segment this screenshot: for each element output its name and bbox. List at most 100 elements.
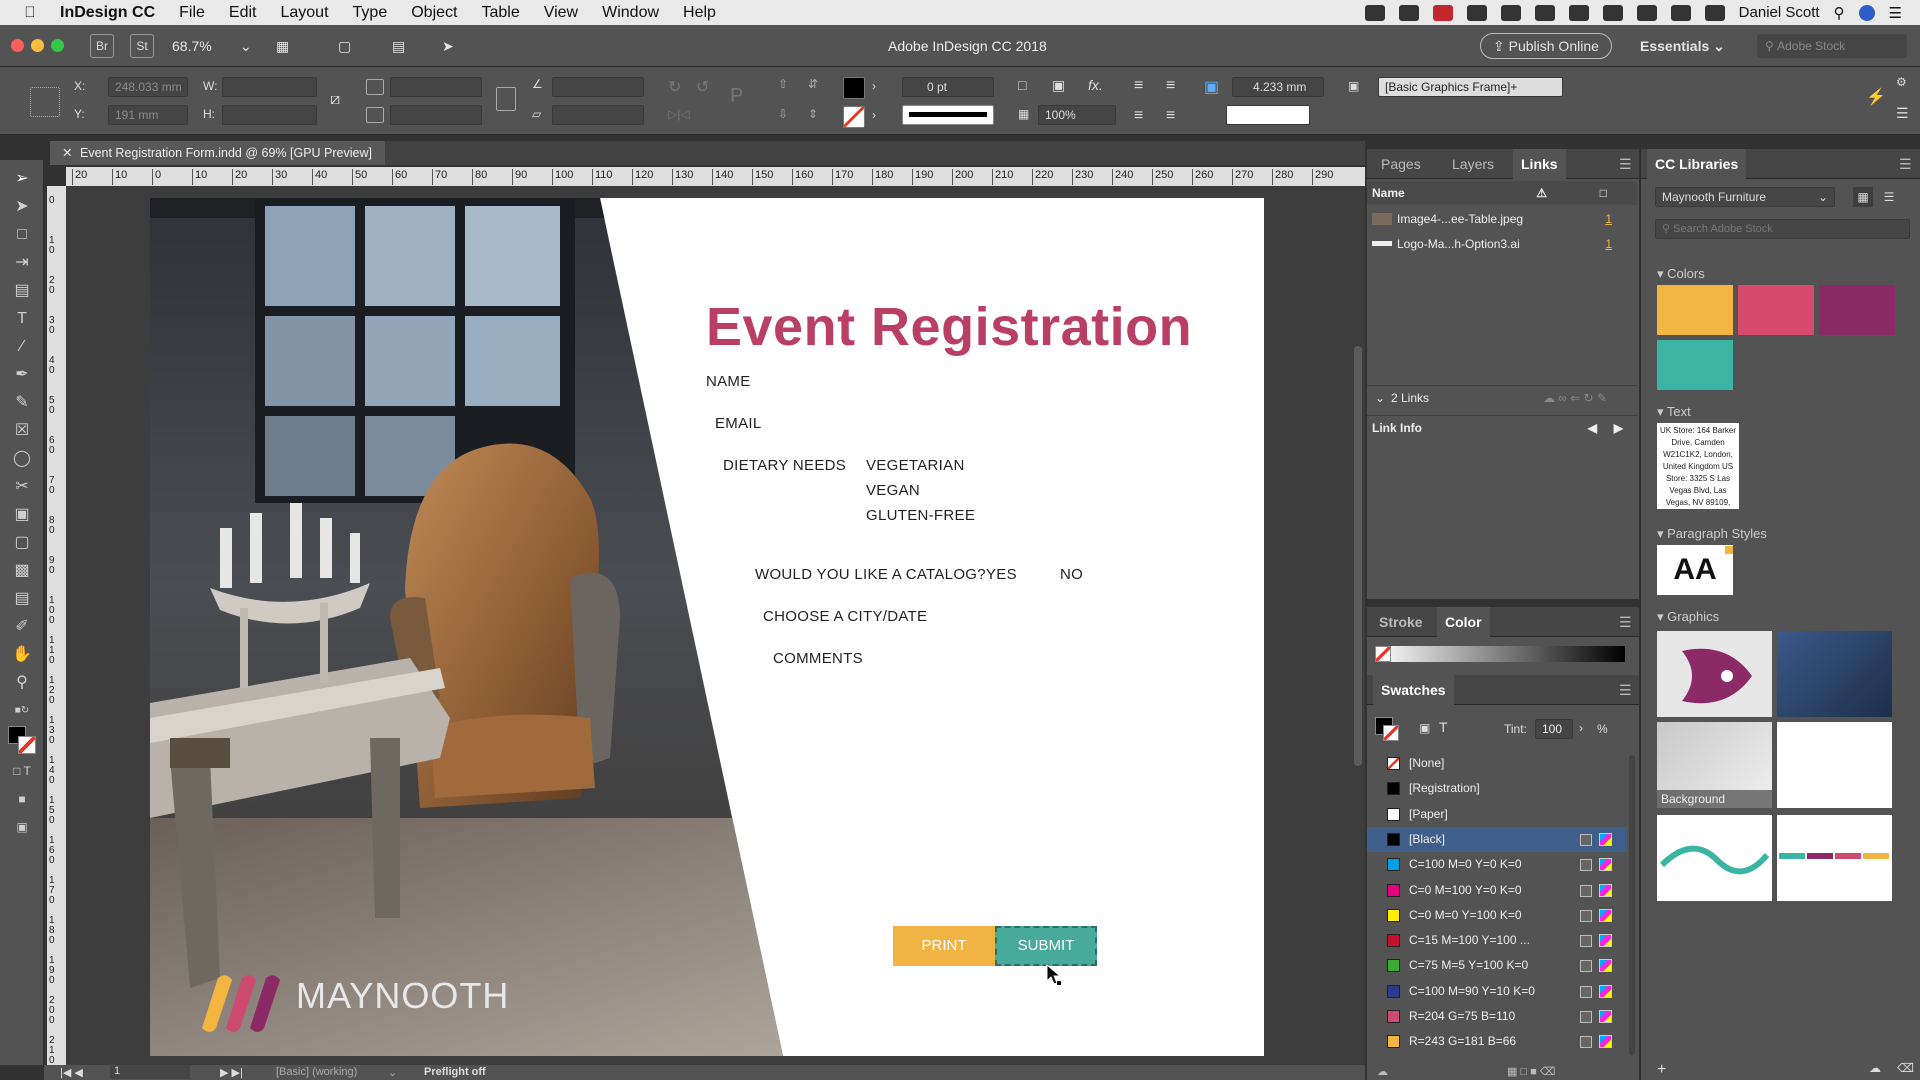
workspace-switcher[interactable]: Essentials ⌄	[1640, 35, 1725, 57]
stroke-type-dropdown[interactable]	[902, 105, 994, 125]
tab-swatches[interactable]: Swatches	[1373, 675, 1454, 705]
zoom-level[interactable]: 68.7%	[172, 35, 212, 57]
link-actions-icons[interactable]: ☁ ∞ ⇐ ↻ ✎	[1543, 386, 1607, 410]
direct-selection-tool-icon[interactable]: ➤	[10, 196, 34, 218]
opacity-field[interactable]: 100%	[1038, 105, 1116, 125]
apps-icon[interactable]	[1500, 4, 1521, 21]
menu-help[interactable]: Help	[683, 4, 716, 22]
siri-icon[interactable]	[1858, 4, 1875, 21]
color-ramp[interactable]	[1375, 646, 1625, 662]
content-collector-icon[interactable]: ▤	[10, 280, 34, 302]
link-row[interactable]: Image4-...ee-Table.jpeg 1	[1367, 207, 1637, 231]
rotate-cw-icon[interactable]: ↻	[668, 77, 681, 97]
none-color-icon[interactable]	[1375, 646, 1391, 662]
library-color-swatch[interactable]	[1738, 285, 1814, 335]
distribute-icon[interactable]: ≡	[1134, 107, 1143, 125]
panel-settings-icon[interactable]: ⚙	[1896, 75, 1907, 89]
quick-apply-icon[interactable]: ⚡	[1866, 87, 1886, 107]
link-info-next-icon[interactable]: ▶	[1614, 416, 1623, 440]
add-library-item-icon[interactable]: +	[1657, 1061, 1666, 1079]
swatch-container-icon[interactable]: ▣	[1419, 721, 1430, 735]
selection-tool-icon[interactable]: ➢	[10, 168, 34, 190]
screen-mode-tool-icon[interactable]: ▣	[10, 816, 34, 838]
align-center-icon[interactable]: ≡	[1166, 77, 1175, 95]
wifi-icon[interactable]	[1602, 4, 1623, 21]
stroke-weight-field[interactable]: 0 pt	[902, 77, 994, 97]
swatch-row[interactable]: R=204 G=75 B=110	[1367, 1004, 1627, 1029]
bridge-button[interactable]: Br	[90, 34, 114, 58]
fill-swatch[interactable]	[843, 77, 865, 99]
tab-layers[interactable]: Layers	[1452, 149, 1494, 179]
color-panel-menu-icon[interactable]: ☰	[1619, 607, 1632, 637]
apple-icon[interactable]: 	[0, 4, 60, 21]
vertical-scrollbar[interactable]	[1351, 186, 1365, 1065]
library-dropdown[interactable]: Maynooth Furniture ⌄	[1655, 187, 1835, 207]
menu-object[interactable]: Object	[411, 4, 457, 22]
swatch-row[interactable]: C=15 M=100 Y=100 ...	[1367, 928, 1627, 953]
shear-field[interactable]	[552, 105, 644, 125]
menu-app-name[interactable]: InDesign CC	[60, 4, 155, 22]
graphic-text-block[interactable]	[1777, 722, 1892, 808]
select-previous-icon[interactable]: ⇵	[808, 77, 818, 91]
hand-tool-icon[interactable]: ✋	[10, 644, 34, 666]
tab-stroke[interactable]: Stroke	[1379, 607, 1423, 637]
formatting-affects-container-icon[interactable]: □ T	[10, 760, 34, 782]
swatch-row[interactable]: [Black]	[1367, 826, 1627, 852]
dropbox-icon[interactable]	[1364, 4, 1385, 21]
document-page[interactable]: Event Registration NAME EMAIL DIETARY NE…	[150, 198, 1264, 1056]
align-left-icon[interactable]: ≡	[1134, 77, 1143, 95]
tab-links[interactable]: Links	[1513, 149, 1566, 179]
link-info-prev-icon[interactable]: ◀	[1588, 416, 1597, 440]
zoom-tool-icon[interactable]: ⚲	[10, 672, 34, 694]
vertical-scroll-thumb[interactable]	[1354, 346, 1362, 766]
airplay-icon[interactable]	[1636, 4, 1657, 21]
w-field[interactable]	[222, 77, 317, 97]
size-field[interactable]: 4.233 mm	[1232, 77, 1324, 97]
first-page-icon[interactable]: |◀ ◀	[60, 1066, 83, 1079]
view-options-icon[interactable]: ▦	[276, 35, 289, 57]
gradient-swatch-tool-icon[interactable]: ▢	[10, 532, 34, 554]
gpu-rocket-icon[interactable]: ➤	[442, 35, 454, 57]
document-tab[interactable]: ✕ Event Registration Form.indd @ 69% [GP…	[50, 141, 385, 165]
stroke-color-box[interactable]	[18, 736, 36, 754]
swatch-row[interactable]: C=100 M=90 Y=10 K=0	[1367, 979, 1627, 1004]
minimize-window-button[interactable]	[31, 39, 44, 52]
select-content-icon[interactable]: P	[730, 85, 743, 108]
tint-field[interactable]: 100	[1535, 719, 1573, 739]
tint-arrow-icon[interactable]: ›	[1579, 721, 1583, 735]
swatches-panel-menu-icon[interactable]: ☰	[1619, 675, 1632, 705]
y-field[interactable]: 191 mm	[108, 105, 188, 125]
flip-horizontal-icon[interactable]: ▷|◁	[668, 107, 690, 121]
default-colors-icon[interactable]: ■↻	[10, 700, 34, 722]
object-style-dropdown[interactable]: [Basic Graphics Frame]+	[1378, 77, 1563, 97]
pencil-tool-icon[interactable]: ✎	[10, 392, 34, 414]
menu-user-name[interactable]: Daniel Scott	[1739, 4, 1820, 21]
colors-section-label[interactable]: ▾ Colors	[1657, 266, 1705, 282]
spotlight-icon[interactable]: ⚲	[1834, 4, 1845, 22]
graphics-section-label[interactable]: ▾ Graphics	[1657, 609, 1719, 625]
ellipse-tool-icon[interactable]: ◯	[10, 448, 34, 470]
preflight-status-text[interactable]: Preflight off	[424, 1066, 486, 1078]
menu-edit[interactable]: Edit	[229, 4, 257, 22]
x-field[interactable]: 248.033 mm	[108, 77, 188, 97]
graphic-logo-mark[interactable]	[1657, 631, 1772, 717]
swatch-row[interactable]: C=75 M=5 Y=100 K=0	[1367, 953, 1627, 978]
swatch-library-icon[interactable]: ☁	[1377, 1065, 1388, 1078]
link-page[interactable]: 1	[1605, 207, 1612, 231]
graphic-wave[interactable]	[1657, 815, 1772, 901]
close-window-button[interactable]	[11, 39, 24, 52]
library-trash-icon[interactable]: ⌫	[1897, 1061, 1914, 1075]
library-color-swatch[interactable]	[1657, 285, 1733, 335]
rotate-field[interactable]	[552, 77, 644, 97]
link-row[interactable]: Logo-Ma...h-Option3.ai 1	[1367, 232, 1637, 256]
constrain-scale-icon[interactable]	[496, 87, 516, 111]
publish-online-button[interactable]: ⇪ Publish Online	[1480, 33, 1612, 59]
rectangle-frame-tool-icon[interactable]: ☒	[10, 420, 34, 442]
link-page[interactable]: 1	[1605, 232, 1612, 256]
swatch-stroke-box[interactable]	[1383, 725, 1399, 741]
next-page-icon[interactable]: ▶ ▶|	[220, 1066, 243, 1079]
swatch-row[interactable]: C=0 M=0 Y=100 K=0	[1367, 903, 1627, 928]
show-swatch-types-icons[interactable]: ▦ □ ■ ⌫	[1507, 1065, 1555, 1078]
library-color-swatch[interactable]	[1657, 340, 1733, 390]
graphic-color-bar[interactable]	[1777, 815, 1892, 901]
